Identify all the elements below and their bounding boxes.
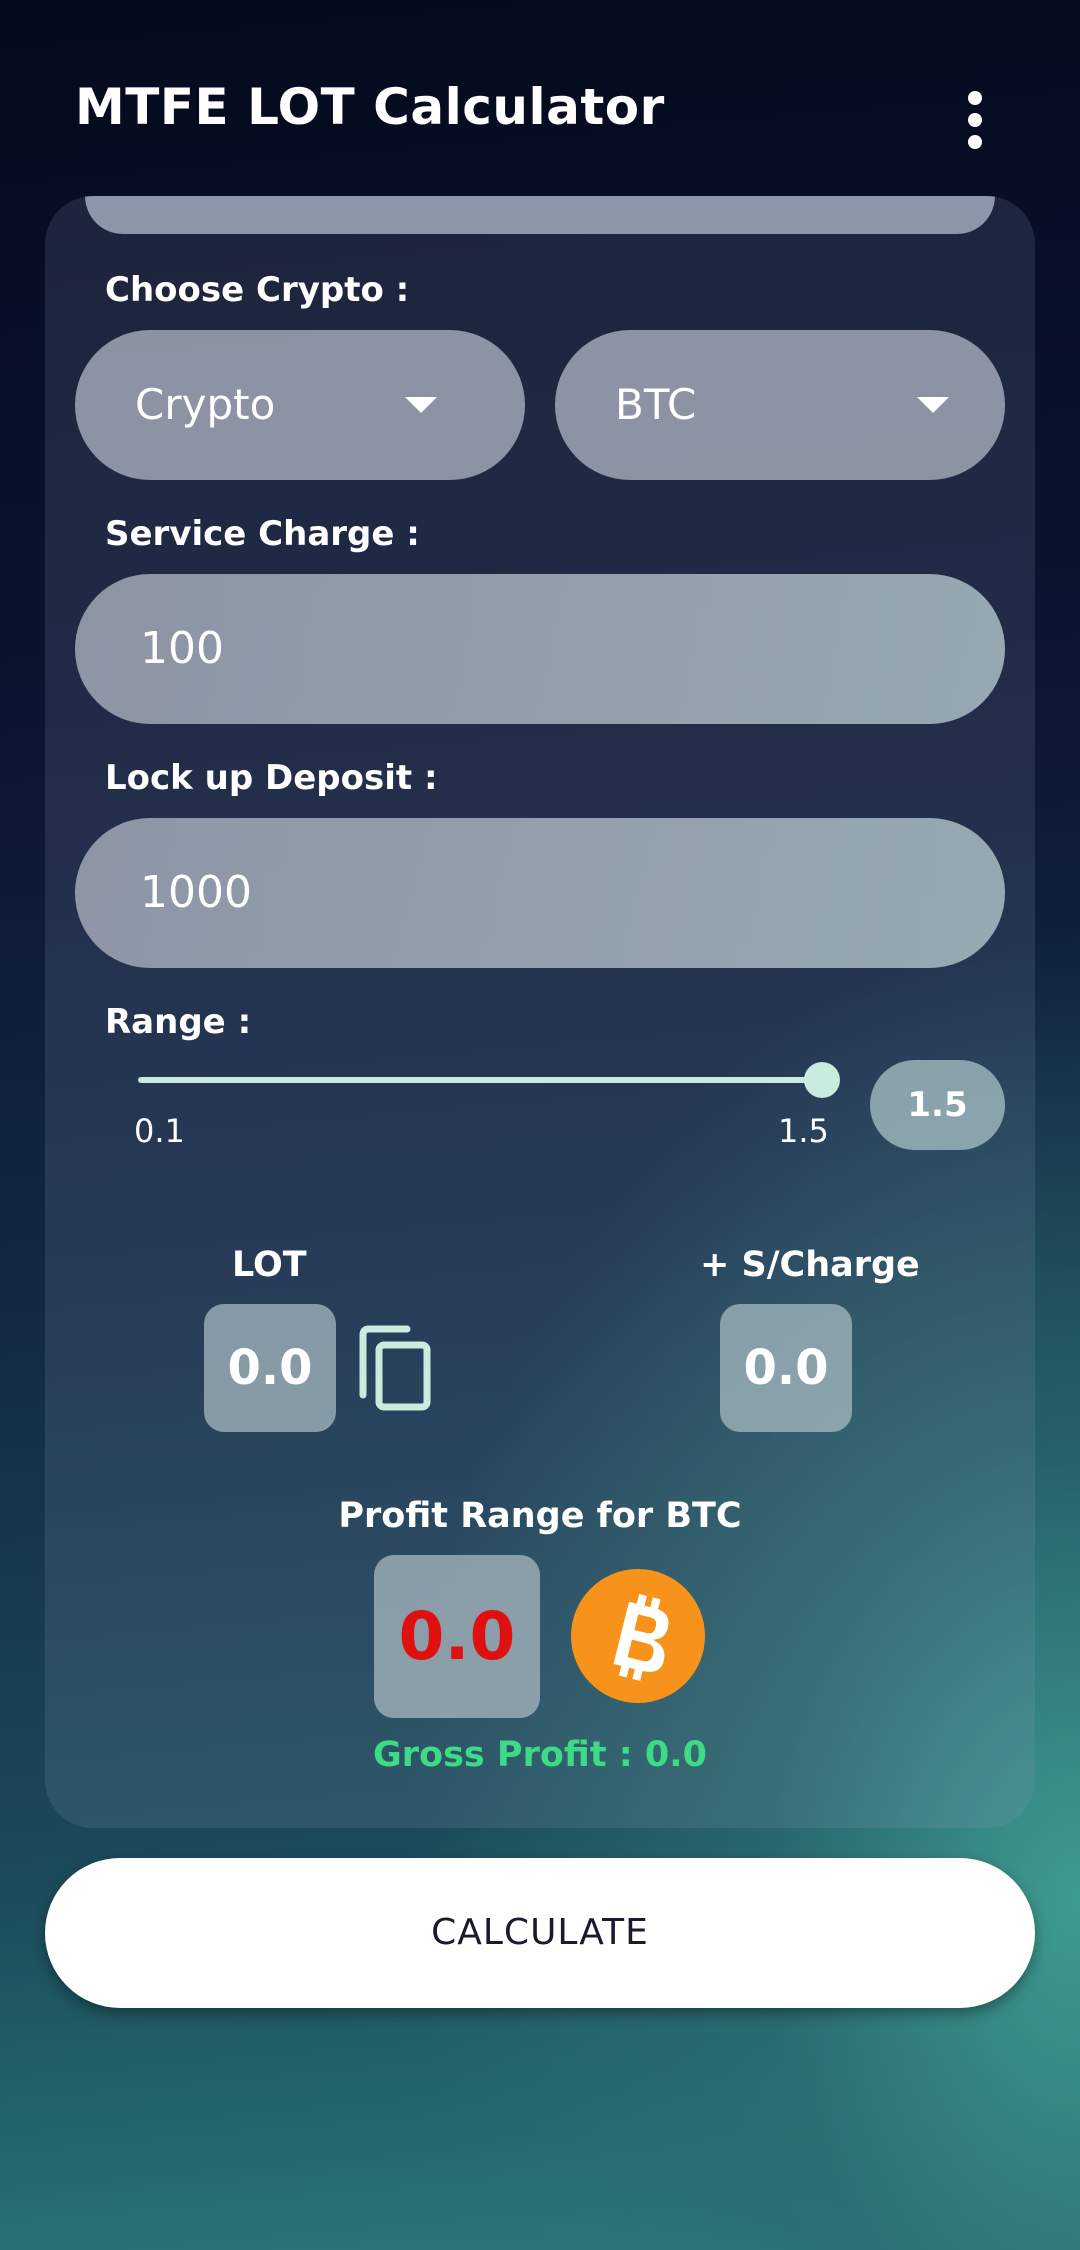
profit-range-label: Profit Range for BTC [338,1496,742,1536]
range-label: Range : [105,1002,252,1042]
lot-label: LOT [232,1245,307,1285]
card-top-strip [85,196,995,234]
crypto-coin-dropdown[interactable]: BTC [555,330,1005,480]
bitcoin-icon [571,1569,705,1703]
more-options-button[interactable] [950,80,1000,160]
service-charge-label: Service Charge : [105,514,420,554]
arrow-drop-down-icon [917,397,949,413]
range-value-badge: 1.5 [870,1060,1005,1150]
range-slider-thumb[interactable] [804,1062,840,1098]
lockup-deposit-label: Lock up Deposit : [105,758,438,798]
range-slider-track[interactable] [138,1077,823,1083]
lot-value-box: 0.0 [204,1304,336,1432]
app-bar: MTFE LOT Calculator [0,0,1080,200]
gross-profit-text: Gross Profit : 0.0 [373,1735,707,1775]
service-charge-value: 100 [140,623,224,674]
scharge-value-box: 0.0 [720,1304,852,1432]
arrow-drop-down-icon [405,397,437,413]
scharge-label: + S/Charge [700,1245,920,1285]
content-copy-icon[interactable] [355,1325,435,1415]
range-min-label: 0.1 [134,1112,185,1150]
calculate-button[interactable]: CALCULATE [45,1858,1035,2008]
more-vert-icon-dot-2 [968,113,982,127]
range-max-label: 1.5 [778,1112,829,1150]
crypto-coin-value: BTC [615,380,697,429]
more-vert-icon [968,91,982,105]
service-charge-input[interactable]: 100 [75,574,1005,724]
choose-crypto-label: Choose Crypto : [105,270,410,310]
app-title: MTFE LOT Calculator [75,78,665,136]
lockup-deposit-input[interactable]: 1000 [75,818,1005,968]
crypto-type-dropdown[interactable]: Crypto [75,330,525,480]
profit-value-box: 0.0 [374,1555,540,1718]
lockup-deposit-value: 1000 [140,867,252,918]
more-vert-icon-dot-3 [968,135,982,149]
crypto-type-value: Crypto [135,380,276,429]
